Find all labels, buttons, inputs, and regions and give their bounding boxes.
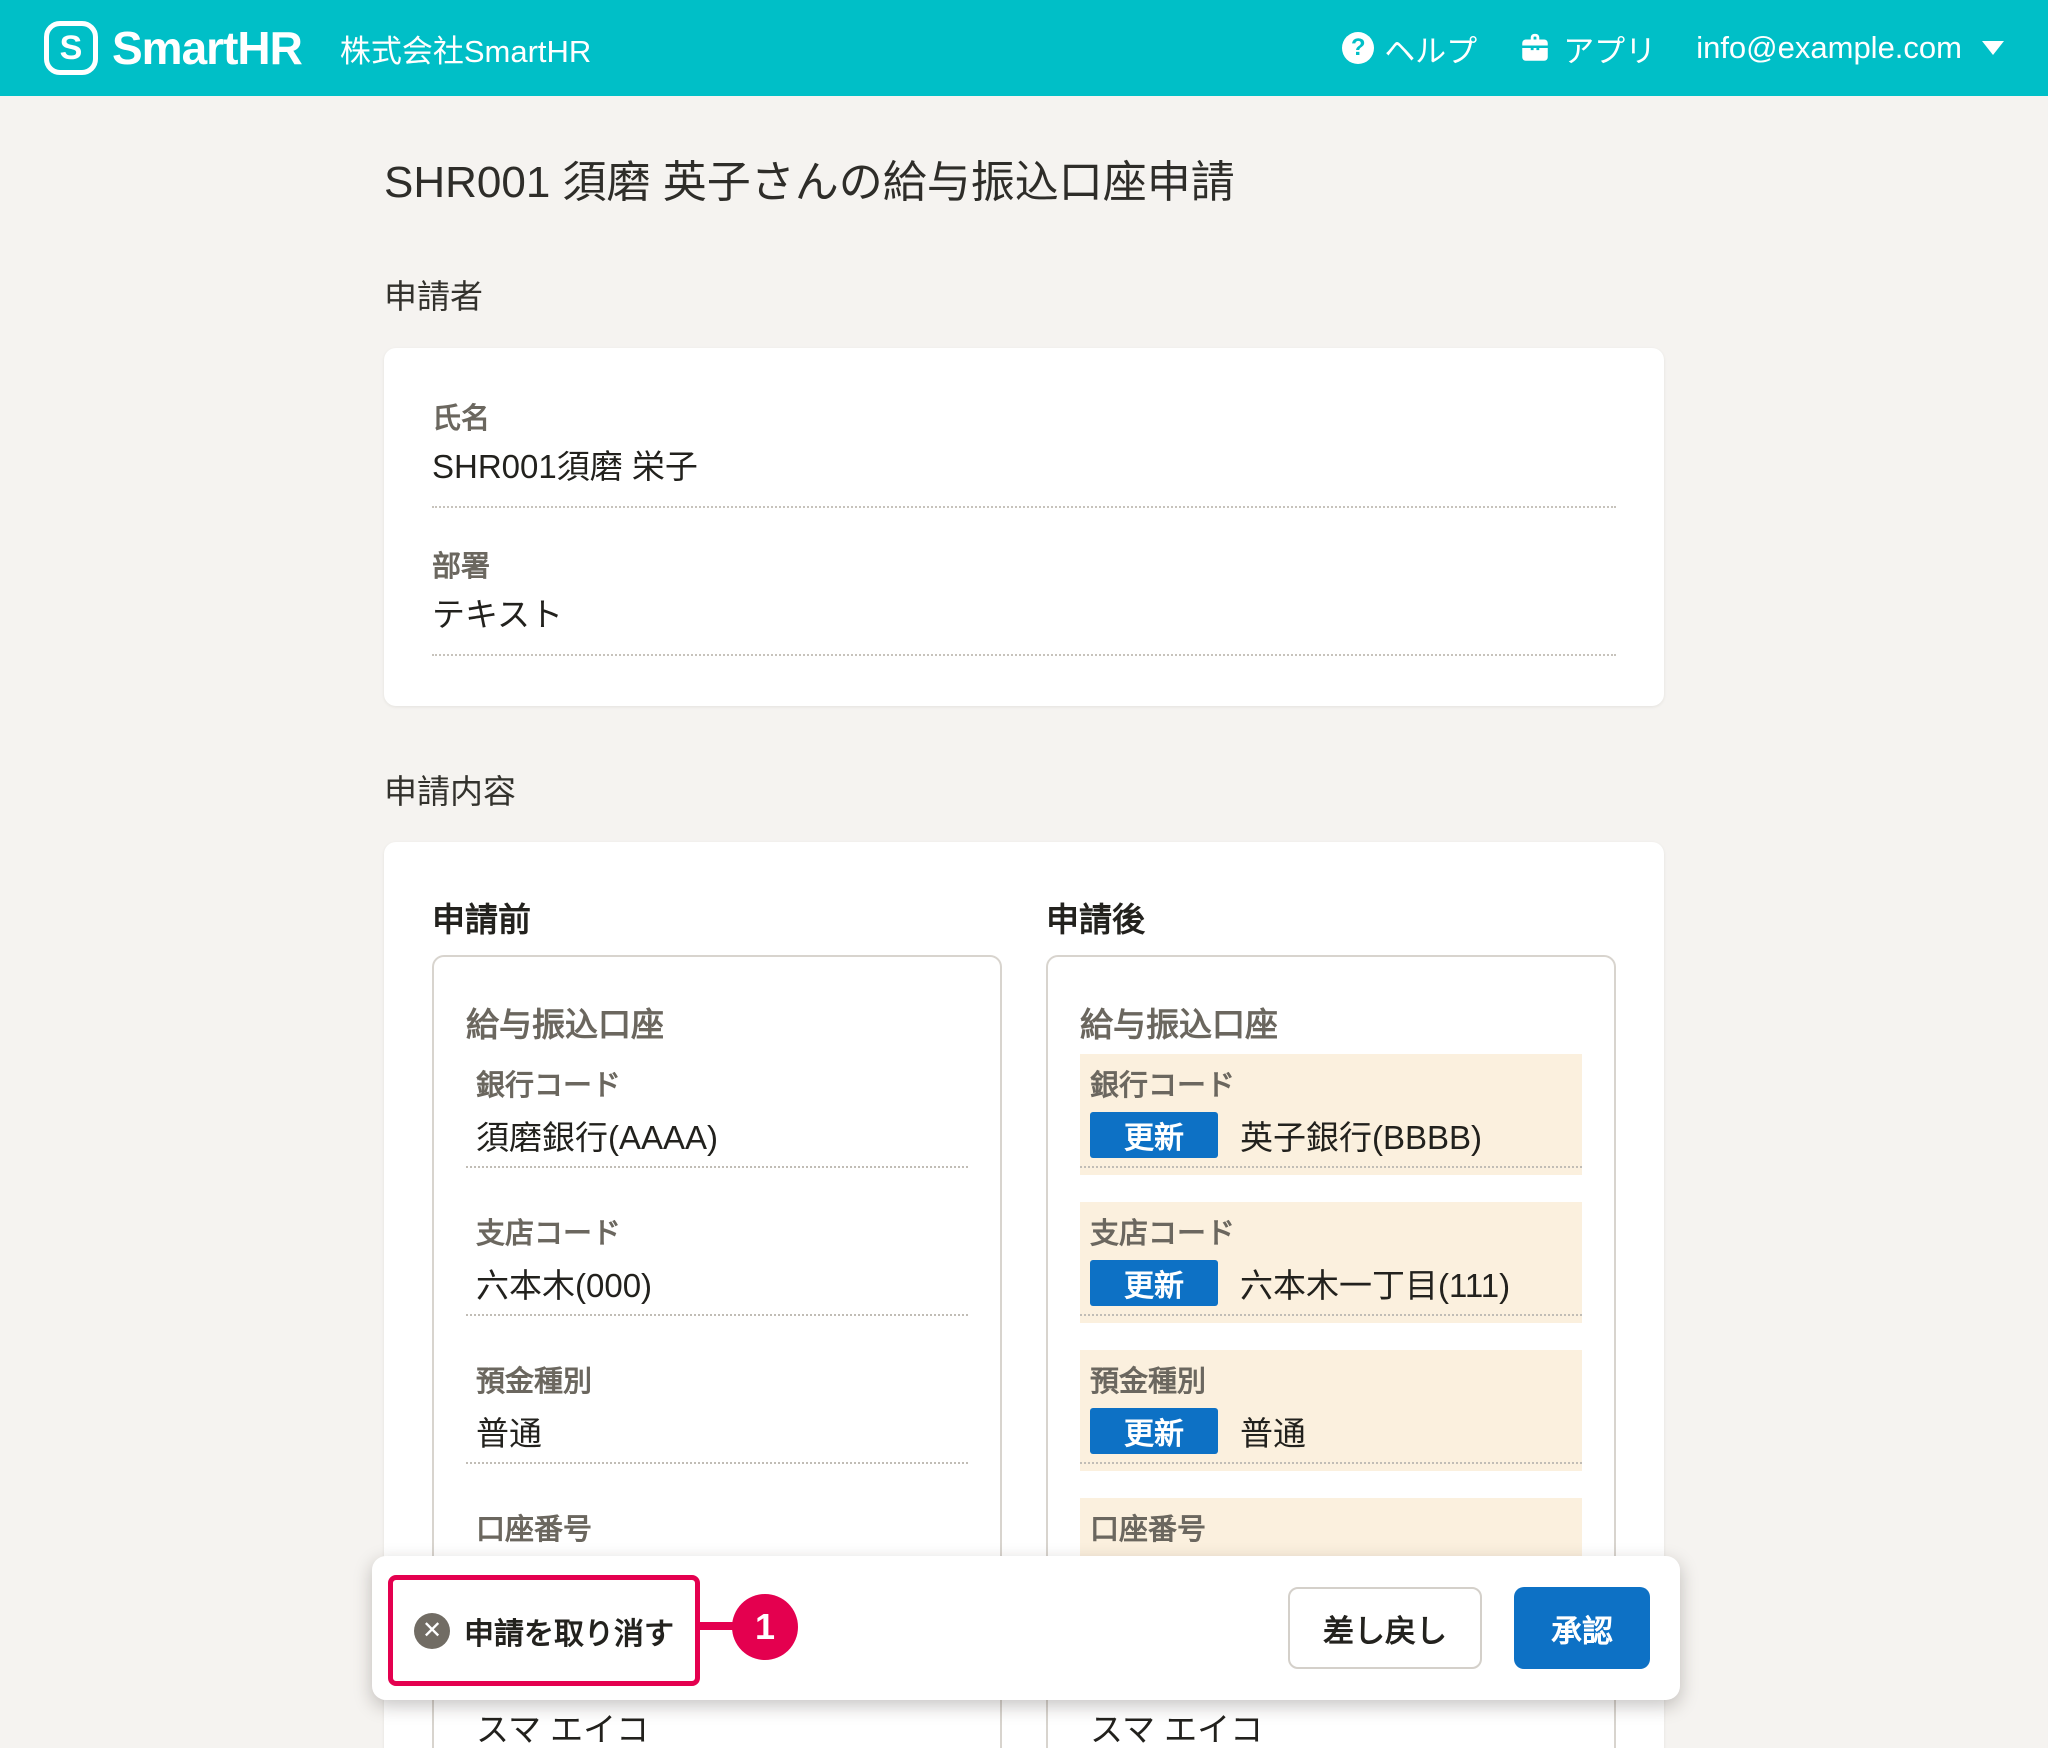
- applicant-field-department: 部署 テキスト: [432, 550, 1616, 656]
- field-label: 預金種別: [476, 1365, 958, 1399]
- before-field-branch-code: 支店コード 六本木(000): [466, 1202, 968, 1350]
- field-value: スマ エイコ: [1090, 1704, 1572, 1748]
- updated-badge: 更新: [1090, 1112, 1218, 1158]
- annotation-connector: [700, 1622, 736, 1630]
- divider: [1080, 1166, 1582, 1168]
- field-value: 更新 六本木一丁目(111): [1090, 1260, 1572, 1306]
- after-field-account-type: 預金種別 更新 普通: [1080, 1350, 1582, 1498]
- before-heading: 申請前: [432, 898, 1002, 942]
- cancel-application-button[interactable]: ✕ 申請を取り消す: [388, 1575, 700, 1686]
- after-heading: 申請後: [1046, 898, 1616, 942]
- field-value-text: 六本木一丁目(111): [1240, 1259, 1510, 1307]
- field-value: 更新 英子銀行(BBBB): [1090, 1112, 1572, 1158]
- field-value-text: 英子銀行(BBBB): [1240, 1111, 1482, 1159]
- field-label: 預金種別: [1090, 1365, 1572, 1399]
- divider: [466, 1314, 968, 1316]
- after-field-bank-code: 銀行コード 更新 英子銀行(BBBB): [1080, 1054, 1582, 1202]
- field-value: テキスト: [432, 592, 1616, 656]
- updated-badge: 更新: [1090, 1408, 1218, 1454]
- smarthr-logo-icon: S: [44, 21, 98, 75]
- updated-badge: 更新: [1090, 1260, 1218, 1306]
- field-label: 部署: [432, 550, 1616, 584]
- field-value: 須磨銀行(AAAA): [476, 1112, 958, 1158]
- applicant-field-name: 氏名 SHR001須磨 栄子: [432, 402, 1616, 508]
- group-title: 給与振込口座: [466, 1003, 968, 1047]
- before-field-bank-code: 銀行コード 須磨銀行(AAAA): [466, 1054, 968, 1202]
- send-back-button[interactable]: 差し戻し: [1288, 1587, 1482, 1669]
- smarthr-logo-text: SmartHR: [112, 25, 302, 71]
- content-section-heading: 申請内容: [384, 770, 1664, 814]
- field-value: 普通: [476, 1408, 958, 1454]
- applicant-card: 氏名 SHR001須磨 栄子 部署 テキスト: [384, 348, 1664, 706]
- approve-button[interactable]: 承認: [1514, 1587, 1650, 1669]
- field-value-text: 普通: [1240, 1407, 1306, 1455]
- field-value: SHR001須磨 栄子: [432, 444, 1616, 508]
- main-content: SHR001 須磨 英子さんの給与振込口座申請 申請者 氏名 SHR001須磨 …: [384, 0, 1664, 1748]
- divider: [466, 1166, 968, 1168]
- field-label: 口座番号: [1090, 1513, 1572, 1547]
- account-email: info@example.com: [1696, 30, 1962, 66]
- field-label: 氏名: [432, 402, 1616, 436]
- field-label: 口座番号: [476, 1513, 958, 1547]
- smarthr-logo[interactable]: S SmartHR: [44, 21, 302, 75]
- annotation-number-badge: 1: [732, 1594, 798, 1660]
- field-value: 更新 普通: [1090, 1408, 1572, 1454]
- page-title: SHR001 須磨 英子さんの給与振込口座申請: [384, 154, 1664, 211]
- field-value: スマ エイコ: [476, 1704, 958, 1748]
- divider: [1080, 1314, 1582, 1316]
- group-title: 給与振込口座: [1080, 1003, 1582, 1047]
- field-label: 支店コード: [476, 1217, 958, 1251]
- account-menu[interactable]: info@example.com: [1696, 30, 2004, 66]
- divider: [1080, 1462, 1582, 1464]
- chevron-down-icon: [1982, 41, 2004, 55]
- cancel-x-icon: ✕: [414, 1613, 450, 1649]
- before-field-account-type: 預金種別 普通: [466, 1350, 968, 1498]
- floating-action-bar: ✕ 申請を取り消す 1 差し戻し 承認: [372, 1556, 1680, 1700]
- field-label: 支店コード: [1090, 1217, 1572, 1251]
- field-label: 銀行コード: [1090, 1069, 1572, 1103]
- cancel-application-label: 申請を取り消す: [464, 1609, 674, 1653]
- page: S SmartHR 株式会社SmartHR ? ヘルプ アプリ info@exa…: [0, 0, 2048, 1748]
- field-label: 銀行コード: [476, 1069, 958, 1103]
- after-field-branch-code: 支店コード 更新 六本木一丁目(111): [1080, 1202, 1582, 1350]
- field-value: 六本木(000): [476, 1260, 958, 1306]
- applicant-section-heading: 申請者: [384, 275, 1664, 319]
- divider: [466, 1462, 968, 1464]
